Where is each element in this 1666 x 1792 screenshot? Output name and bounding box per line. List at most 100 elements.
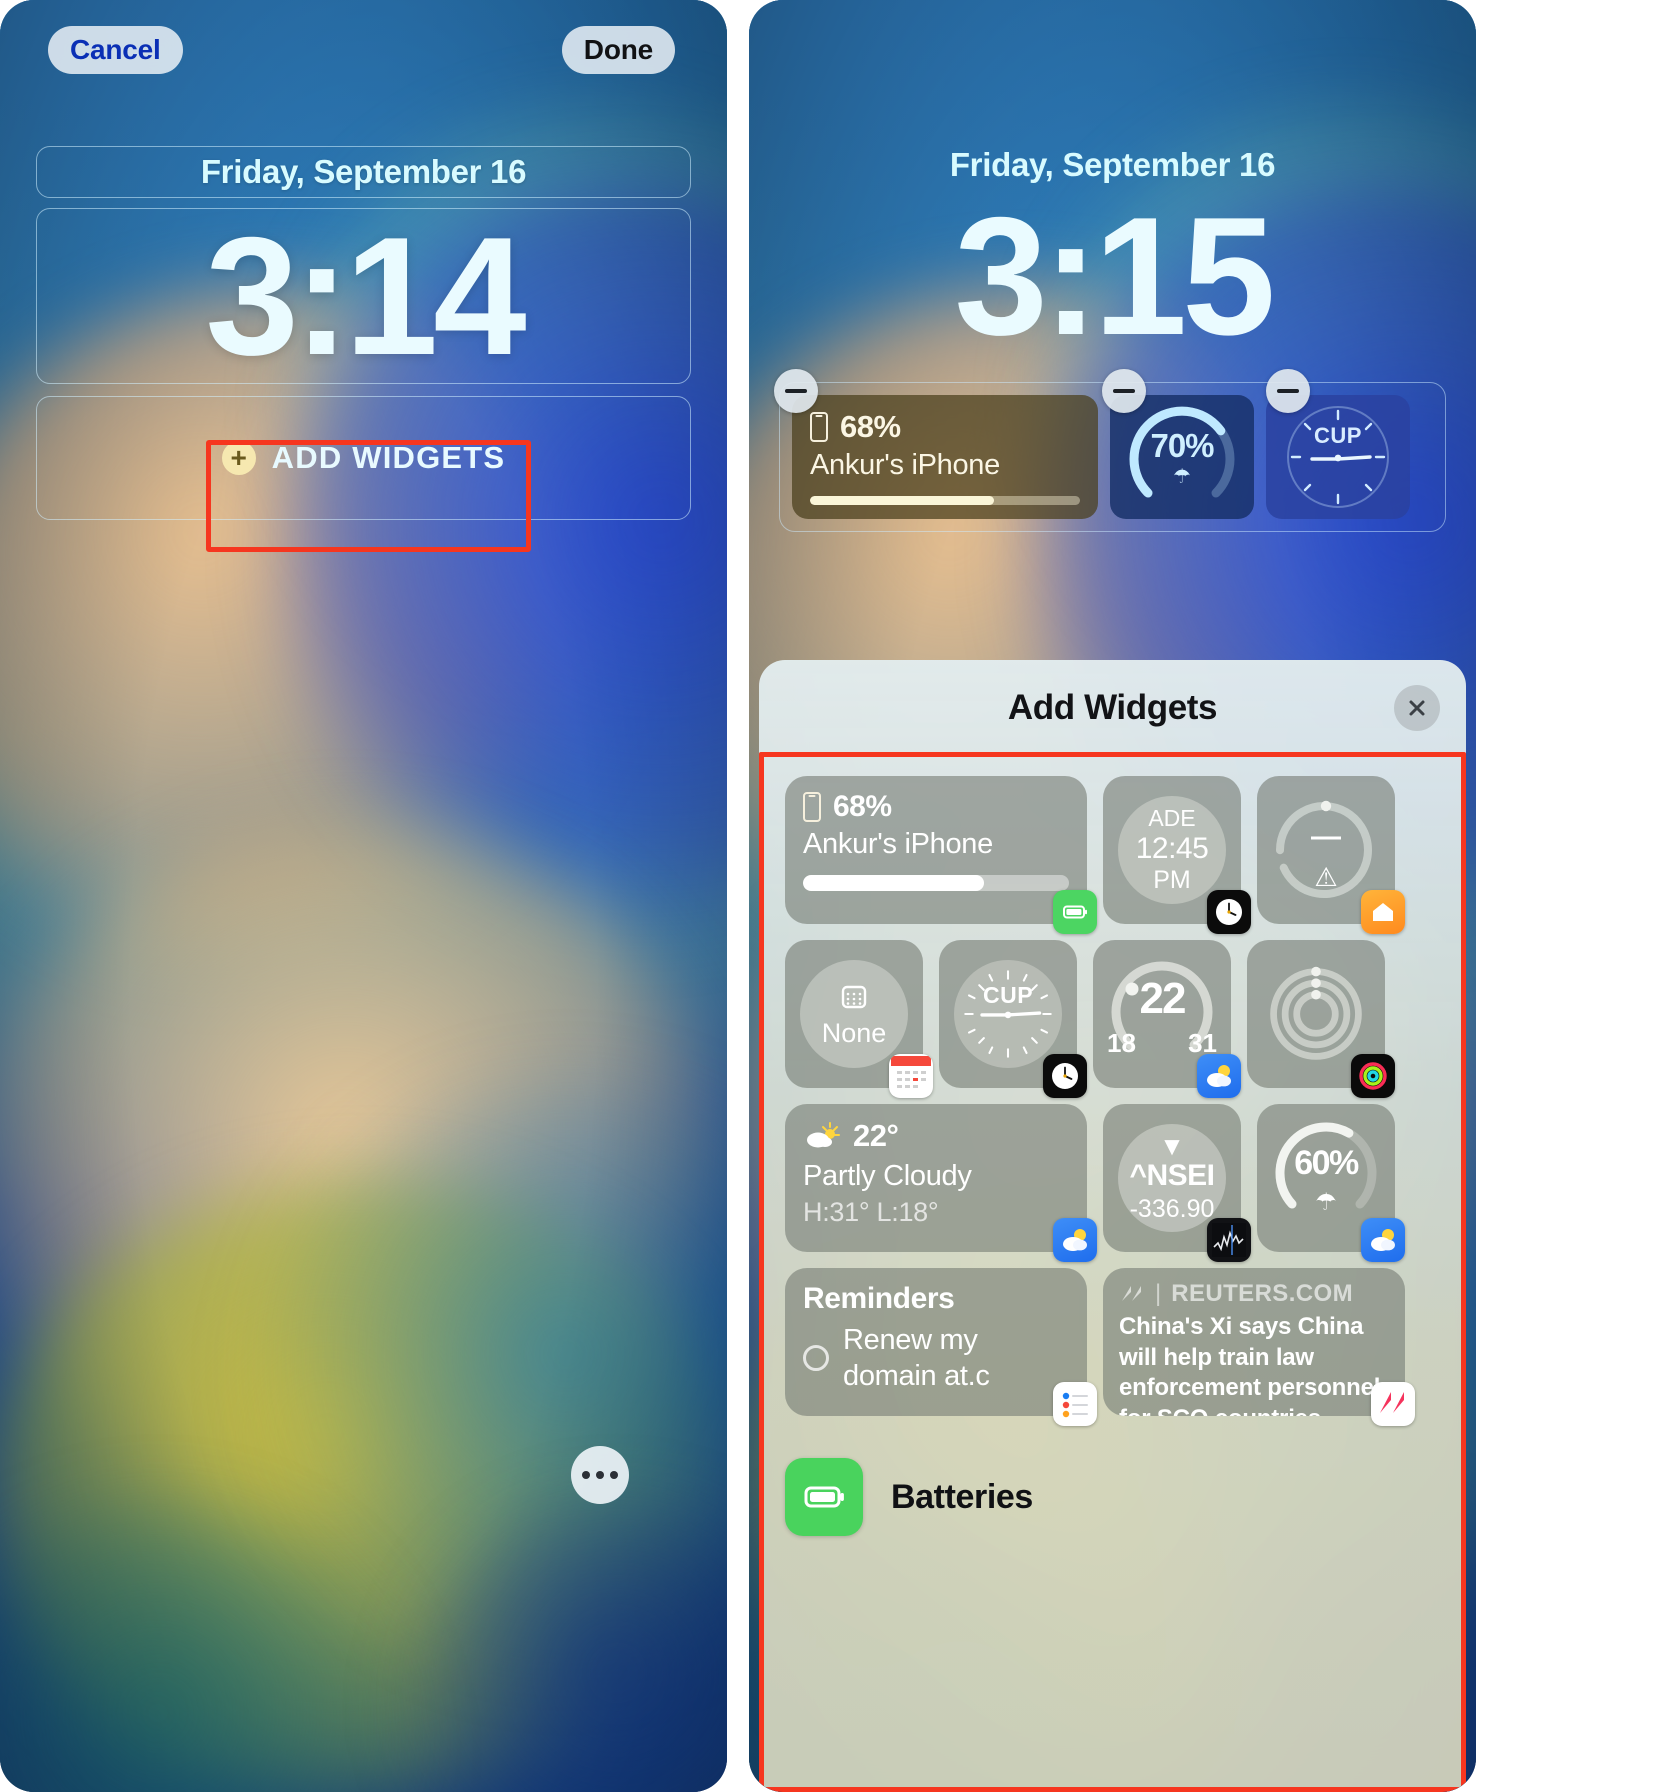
battery-percent: 68% [840,409,901,444]
date-slot[interactable]: Friday, September 16 [36,146,691,198]
clock-time-label: 12:45 [1135,831,1209,865]
clock-icon [1207,890,1251,934]
clock-city-label: CUP [1314,423,1362,448]
widget-row: 68% Ankur's iPhone ADE 12:45 PM — ⚠ [785,776,1440,934]
weather-condition: Partly Cloudy [803,1160,972,1192]
close-icon[interactable] [1394,685,1440,731]
done-button[interactable]: Done [561,26,675,74]
cancel-button[interactable]: Cancel [48,26,183,74]
widget-tile-batteries[interactable]: 68% Ankur's iPhone [785,776,1097,934]
placed-widget-battery[interactable]: 68% Ankur's iPhone [792,395,1098,519]
remove-widget-button[interactable] [1102,369,1146,413]
umbrella-icon: ☂ [1315,1189,1337,1216]
weather-icon [1197,1054,1241,1098]
placed-widget-rain[interactable]: 70% ☂ [1110,395,1254,519]
widget-row: 22° Partly Cloudy H:31° L:18° ▼ ^NSEI -3… [785,1104,1440,1262]
clock-ampm-label: PM [1153,866,1191,895]
widget-tile-rain-chance[interactable]: 60% ☂ [1257,1104,1405,1262]
arrow-down-icon: ▼ [1159,1130,1185,1161]
weather-temp: 22° [853,1118,899,1153]
news-source: REUTERS.COM [1171,1280,1353,1307]
phone-panel-right: Friday, September 16 3:15 68% Ankur's iP… [749,0,1476,1792]
widget-tile-world-clock[interactable]: ADE 12:45 PM [1103,776,1251,934]
dot-icon [610,1471,618,1479]
analog-clock-icon [964,970,1052,1058]
divider: | [1155,1280,1162,1307]
sheet-title: Add Widgets [1007,688,1218,727]
reminder-task: Renew my domain at.c [843,1324,990,1393]
battery-device-name: Ankur's iPhone [810,449,1000,481]
battery-icon [785,1458,863,1536]
reminders-icon [1053,1382,1097,1426]
widget-tile-stocks[interactable]: ▼ ^NSEI -336.90 [1103,1104,1251,1262]
temp-low: 18 [1107,1028,1136,1058]
news-icon [1371,1382,1415,1426]
placed-widgets-row[interactable]: 68% Ankur's iPhone 70% ☂ CUP [774,369,1446,532]
lock-date: Friday, September 16 [200,153,527,190]
ellipsis-button[interactable] [571,1446,629,1504]
widget-tile-news[interactable]: | REUTERS.COM China's Xi says China will… [1103,1268,1415,1426]
partly-cloudy-icon [807,1122,840,1148]
home-value: — [1311,820,1341,853]
stock-change: -336.90 [1129,1194,1215,1223]
fitness-icon [1351,1054,1395,1098]
time-slot[interactable]: 3:14 [36,208,691,384]
calendar-none-label: None [821,1017,887,1048]
add-widgets-label: ADD WIDGETS [271,440,506,475]
lock-time: 3:14 [205,202,526,390]
dot-icon [596,1471,604,1479]
home-icon [1361,890,1405,934]
footer-app-name: Batteries [891,1477,1033,1516]
widget-tile-fitness[interactable] [1247,940,1395,1098]
battery-device-name: Ankur's iPhone [803,828,993,860]
rain-percent: 70% [1150,427,1214,464]
dot-icon [582,1471,590,1479]
stocks-icon [1207,1218,1251,1262]
battery-percent: 68% [833,790,892,823]
temp-value: 22 [1139,974,1187,1023]
news-headline: China's Xi says China will help train la… [1119,1313,1381,1416]
lock-date: Friday, September 16 [949,146,1276,183]
widgets-slot[interactable]: + ADD WIDGETS [36,396,691,520]
stock-symbol: ^NSEI [1129,1158,1215,1192]
editor-toolbar: Cancel Done [0,26,727,78]
news-source-icon [1122,1286,1141,1301]
battery-bar [803,875,1069,891]
remove-widget-button[interactable] [774,369,818,413]
warning-icon: ⚠ [1314,862,1338,892]
rain-percent: 60% [1294,1144,1359,1182]
widget-row: Reminders Renew my domain at.c | REUTERS… [785,1268,1440,1426]
clock-city-label: ADE [1148,805,1196,832]
calendar-grid-icon [841,985,867,1008]
widget-row: None CUP 22 18 31 [785,940,1440,1098]
sheet-header: Add Widgets [759,660,1466,756]
weather-icon [1053,1218,1097,1262]
clock-icon [1043,1054,1087,1098]
widget-tile-home[interactable]: — ⚠ [1257,776,1405,934]
remove-widget-button[interactable] [1266,369,1310,413]
calendar-icon [889,1054,933,1098]
activity-rings-icon [1270,966,1362,1060]
widget-tile-calendar[interactable]: None [785,940,933,1098]
placed-widget-worldclock[interactable]: CUP [1266,395,1410,519]
lock-time: 3:15 [954,182,1275,370]
analog-clock-icon [1287,406,1389,508]
widget-tile-analog-clock[interactable]: CUP [939,940,1087,1098]
sheet-footer-app-row[interactable]: Batteries [759,1432,1466,1566]
lock-screen-preview-stack: Friday, September 16 3:15 68% Ankur's iP… [749,146,1476,532]
battery-bar [810,496,1080,505]
widget-tile-temperature[interactable]: 22 18 31 [1093,940,1241,1098]
battery-icon [1053,890,1097,934]
plus-icon: + [221,441,256,475]
umbrella-icon: ☂ [1173,466,1191,488]
weather-icon [1361,1218,1405,1262]
widget-tile-weather-conditions[interactable]: 22° Partly Cloudy H:31° L:18° [785,1104,1097,1262]
add-widgets-sheet: Add Widgets 68% Ankur's iPhone ADE 12:45… [759,660,1466,1792]
lock-screen-editor-stack: Friday, September 16 3:14 + ADD WIDGETS [0,146,727,520]
reminders-title: Reminders [803,1282,955,1315]
iphone-icon [810,412,828,442]
widget-tile-reminders[interactable]: Reminders Renew my domain at.c [785,1268,1097,1426]
screenshot-stage: Cancel Done Friday, September 16 3:14 + … [0,0,1666,1792]
weather-high-low: H:31° L:18° [803,1197,939,1227]
phone-panel-left: Cancel Done Friday, September 16 3:14 + … [0,0,727,1792]
